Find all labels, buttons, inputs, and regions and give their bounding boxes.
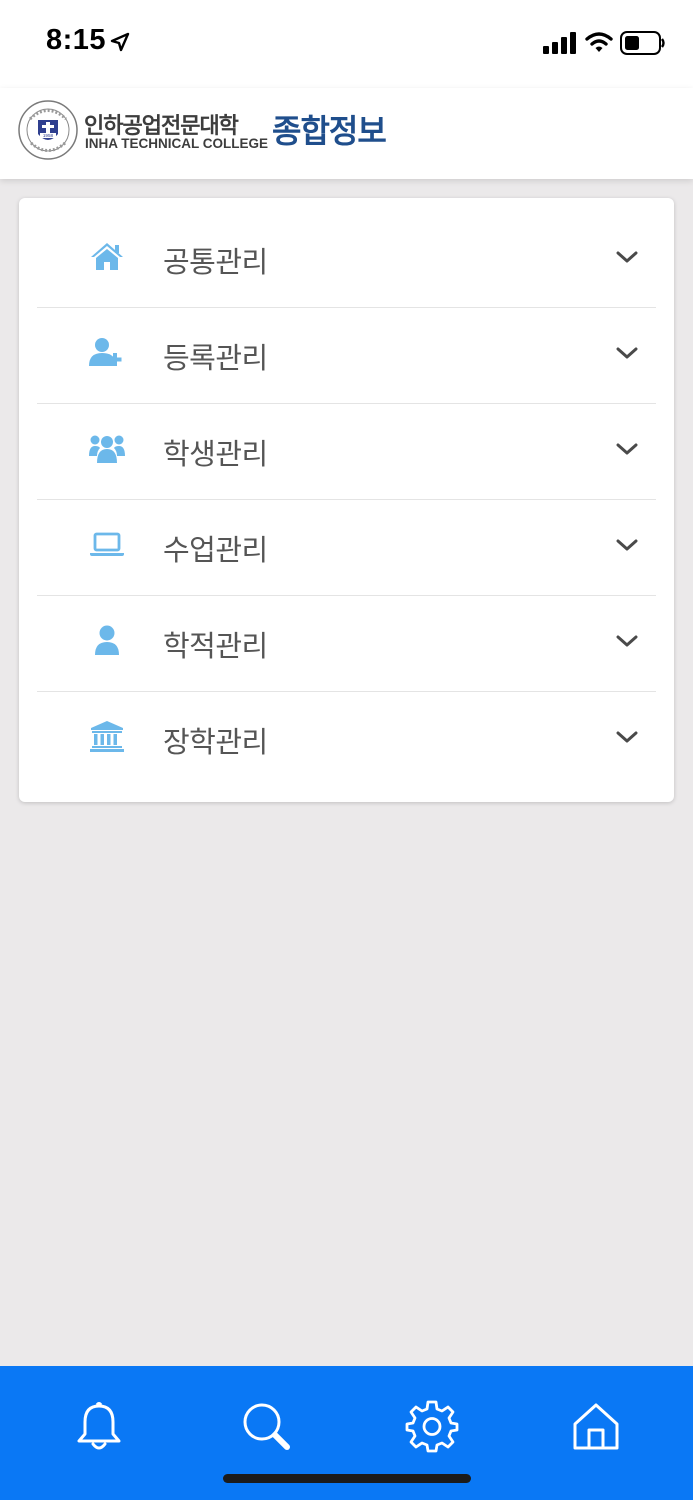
menu-item-scholarship[interactable]: 장학관리: [37, 692, 656, 788]
search-button[interactable]: [238, 1398, 294, 1454]
location-arrow-icon: [110, 32, 130, 52]
menu-item-common[interactable]: 공통관리: [37, 212, 656, 308]
menu-item-students[interactable]: 학생관리: [37, 404, 656, 500]
signal-icon: [543, 32, 576, 54]
chevron-down-icon[interactable]: [615, 344, 639, 362]
gear-icon: [405, 1400, 459, 1453]
notifications-button[interactable]: [71, 1398, 127, 1454]
menu-item-academic-records[interactable]: 학적관리: [37, 596, 656, 692]
status-time: 8:15: [46, 24, 107, 56]
chevron-down-icon[interactable]: [615, 536, 639, 554]
home-button[interactable]: [568, 1398, 624, 1454]
menu-item-label: 수업관리: [163, 532, 268, 567]
home-icon: [573, 1403, 619, 1450]
user-plus-icon: [89, 336, 125, 368]
menu-item-label: 학적관리: [163, 628, 268, 663]
users-icon: [89, 432, 125, 464]
app-header: 1958 인하공업전문대학 INHA TECHNICAL COLLEGE 종합정…: [0, 88, 693, 179]
home-icon: [89, 240, 125, 272]
menu-item-label: 장학관리: [163, 725, 268, 759]
chevron-down-icon[interactable]: [615, 632, 639, 650]
emblem-year: 1958: [43, 133, 54, 138]
wifi-icon: [585, 32, 613, 52]
status-bar: 8:15: [0, 0, 693, 88]
laptop-icon: [89, 528, 125, 560]
home-indicator[interactable]: [223, 1474, 471, 1483]
logo-english-name: INHA TECHNICAL COLLEGE: [85, 136, 269, 151]
menu-item-label: 등록관리: [163, 340, 268, 375]
chevron-down-icon[interactable]: [615, 440, 639, 458]
menu-item-label: 학생관리: [163, 436, 268, 471]
battery-icon: [620, 31, 665, 55]
menu-item-classes[interactable]: 수업관리: [37, 500, 656, 596]
chevron-down-icon[interactable]: [615, 248, 639, 266]
user-icon: [89, 624, 125, 656]
bell-icon: [77, 1402, 121, 1450]
search-icon: [243, 1403, 290, 1450]
college-emblem-logo: 1958: [18, 100, 78, 160]
menu-item-registration[interactable]: 등록관리: [37, 308, 656, 404]
menu-item-label: 공통관리: [163, 244, 268, 279]
app-screen: 8:15 1958 인하공업전문대학 INHA TECHNICAL COLLEG…: [0, 0, 693, 1500]
institution-icon: [89, 720, 125, 752]
menu-card: 공통관리 등록관리 학생관리 수업관리 학적관리 장학관리: [19, 198, 674, 802]
chevron-down-icon[interactable]: [615, 728, 639, 746]
settings-button[interactable]: [404, 1398, 460, 1454]
page-title: 종합정보: [272, 112, 387, 150]
